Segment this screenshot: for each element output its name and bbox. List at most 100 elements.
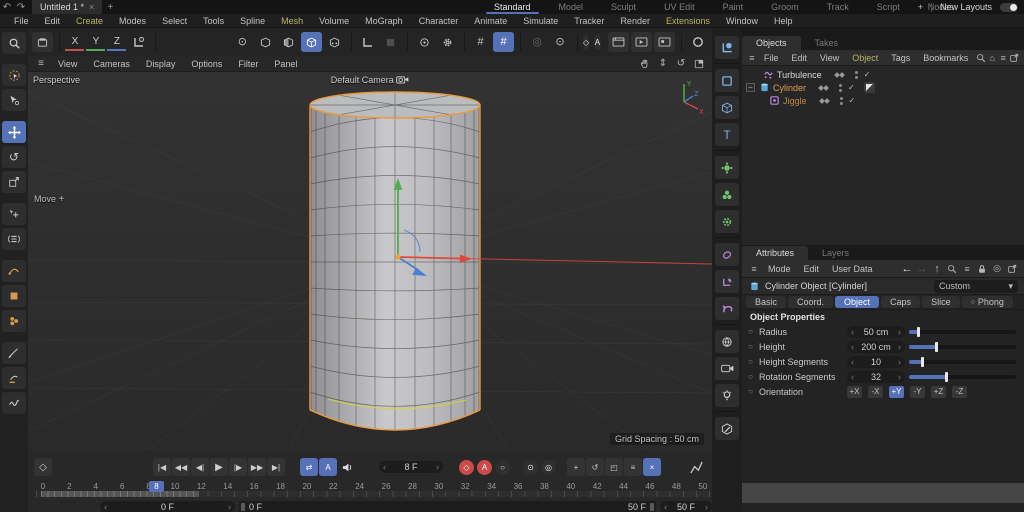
back-icon[interactable]: ← [900, 263, 914, 275]
stepper-left-icon[interactable]: ‹ [851, 327, 854, 337]
loop-mode-button[interactable]: ⇄ [300, 458, 318, 476]
object-name[interactable]: Jiggle [783, 96, 807, 106]
om-menu-edit[interactable]: Edit [785, 53, 813, 63]
spline-rectangle-icon[interactable] [2, 285, 26, 307]
menu-volume[interactable]: Volume [311, 16, 357, 26]
lock-y-axis-button[interactable]: Y [86, 33, 105, 51]
rotation-segments-value[interactable]: 32 [871, 372, 881, 382]
stepper-right-icon[interactable]: › [898, 327, 901, 337]
search-icon[interactable] [2, 32, 26, 54]
live-selection-icon[interactable] [2, 64, 26, 86]
gear-icon[interactable] [437, 32, 458, 52]
snap-toggle-icon[interactable]: ◇ [583, 35, 589, 50]
workplane-icon[interactable] [357, 32, 378, 52]
search-icon[interactable] [945, 263, 959, 275]
rotation-segments-slider[interactable] [909, 375, 1016, 379]
keyframe-circle-icon[interactable]: ○ [746, 372, 755, 381]
bend-deformer-icon[interactable] [715, 297, 739, 320]
om-menu-tags[interactable]: Tags [885, 53, 916, 63]
tab-layers[interactable]: Layers [808, 246, 863, 260]
record-position-toggle[interactable]: + [567, 458, 585, 476]
new-document-tab-button[interactable]: + [102, 0, 118, 14]
layout-toggle[interactable] [1000, 3, 1018, 12]
height-slider[interactable] [909, 345, 1016, 349]
preview-range-band[interactable] [41, 491, 199, 497]
motext-icon[interactable]: T [715, 123, 739, 146]
viewport-filter-icon[interactable] [414, 32, 435, 52]
goto-start-button[interactable]: |◀ [153, 458, 171, 476]
group-title[interactable]: Object Properties [742, 310, 1024, 324]
animation-mode-icon[interactable] [324, 32, 345, 52]
subdivision-surface-icon[interactable] [715, 156, 739, 179]
menu-help[interactable]: Help [766, 16, 801, 26]
camera-label-wrap[interactable]: Default Camera [28, 75, 712, 85]
current-frame-value[interactable]: 8 F [404, 462, 417, 472]
coordinate-manager-icon[interactable] [715, 36, 739, 59]
menu-select[interactable]: Select [154, 16, 195, 26]
menu-file[interactable]: File [6, 16, 37, 26]
keyframe-circle-icon[interactable]: ○ [746, 357, 755, 366]
layout-tab-uvedit[interactable]: UV Edit [650, 0, 709, 14]
record-rotation-toggle[interactable]: ↺ [586, 458, 604, 476]
search-icon[interactable] [976, 52, 986, 64]
om-menu-file[interactable]: File [758, 53, 785, 63]
export-icon[interactable] [1009, 52, 1019, 64]
menu-spline[interactable]: Spline [232, 16, 273, 26]
fcurve-editor-icon[interactable] [687, 458, 705, 476]
range-start-stepper[interactable]: ‹0 F› [100, 501, 235, 512]
rotation-segments-stepper[interactable]: ‹32› [847, 371, 905, 383]
tab-attributes[interactable]: Attributes [742, 246, 808, 260]
target-icon[interactable]: ◎ [990, 263, 1004, 275]
record-parameter-toggle[interactable]: ≡ [624, 458, 642, 476]
render-view-icon[interactable] [608, 32, 629, 52]
vp-menu-view[interactable]: View [51, 59, 84, 69]
om-menu-bookmarks[interactable]: Bookmarks [917, 53, 974, 63]
menu-simulate[interactable]: Simulate [515, 16, 566, 26]
range-start-stepper-value[interactable]: 0 F [161, 502, 174, 512]
height-segments-value[interactable]: 10 [871, 357, 881, 367]
forward-icon[interactable]: → [915, 263, 929, 275]
record-ring-button[interactable]: ◎ [541, 460, 556, 475]
home-icon[interactable]: ⌂ [987, 52, 997, 64]
tab-slice[interactable]: Slice [922, 296, 960, 308]
menu-tools[interactable]: Tools [195, 16, 232, 26]
preset-dropdown[interactable]: Custom ▾ [934, 280, 1018, 293]
om-menu-object[interactable]: Object [846, 53, 884, 63]
scale-tool-icon[interactable] [2, 171, 26, 193]
play-button[interactable]: ▶ [210, 458, 228, 476]
orientation-minus-x[interactable]: -X [868, 386, 883, 398]
sky-environment-icon[interactable] [715, 330, 739, 353]
move-tool-icon[interactable] [2, 121, 26, 143]
effector-gear-icon[interactable] [715, 210, 739, 233]
stepper-right-icon[interactable]: › [898, 372, 901, 382]
enabled-check-icon[interactable]: ✓ [864, 70, 871, 79]
spline-primitives-icon[interactable] [2, 310, 26, 332]
tab-basic[interactable]: Basic [746, 296, 786, 308]
object-name[interactable]: Cylinder [773, 83, 806, 93]
cloner-icon[interactable] [715, 183, 739, 206]
height-segments-slider[interactable] [909, 360, 1016, 364]
menu-extensions[interactable]: Extensions [658, 16, 718, 26]
enabled-check-icon[interactable]: ✓ [849, 96, 856, 105]
render-region-icon[interactable] [631, 32, 652, 52]
layout-tab-model[interactable]: Model [545, 0, 598, 14]
autokeying-button[interactable]: A [477, 460, 492, 475]
menu-render[interactable]: Render [612, 16, 658, 26]
record-active-objects-button[interactable]: ⊙ [523, 460, 538, 475]
tab-object[interactable]: Object [835, 296, 879, 308]
layer-icon[interactable] [820, 99, 829, 103]
om-menu-view[interactable]: View [814, 53, 845, 63]
dolly-icon[interactable]: ⇕ [655, 57, 671, 70]
lock-x-axis-button[interactable]: X [65, 33, 84, 51]
up-icon[interactable]: ↑ [930, 263, 944, 275]
height-stepper[interactable]: ‹200 cm› [847, 341, 905, 353]
layout-tab-script[interactable]: Script [863, 0, 914, 14]
cube-primitive-icon[interactable] [715, 96, 739, 119]
vp-menu-filter[interactable]: Filter [231, 59, 265, 69]
height-segments-stepper[interactable]: ‹10› [847, 356, 905, 368]
keyframe-circle-icon[interactable]: ○ [746, 327, 755, 336]
layout-tab-paint[interactable]: Paint [709, 0, 758, 14]
orientation-minus-z[interactable]: -Z [952, 386, 967, 398]
axis-center-icon[interactable]: ⊙ [550, 32, 571, 52]
export-icon[interactable] [1005, 263, 1019, 275]
